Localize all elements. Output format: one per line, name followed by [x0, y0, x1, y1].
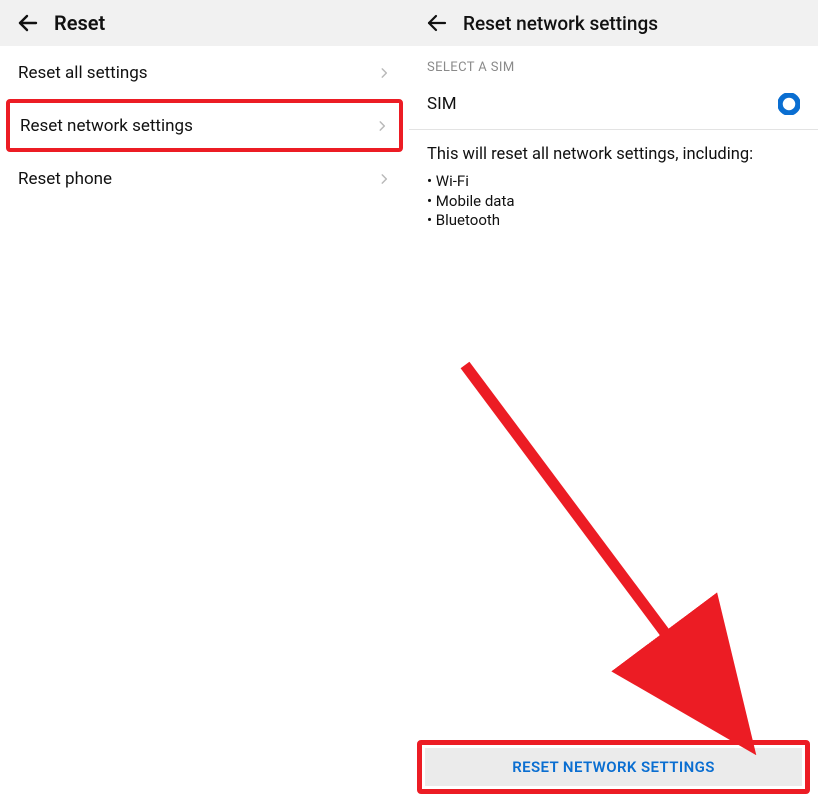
- radio-selected-icon[interactable]: [778, 93, 800, 115]
- list-item-label: Reset network settings: [20, 116, 193, 136]
- reset-button-highlight: RESET NETWORK SETTINGS: [417, 740, 810, 794]
- back-arrow-icon[interactable]: [14, 9, 42, 37]
- back-arrow-icon[interactable]: [423, 9, 451, 37]
- bullet-list: • Wi-Fi • Mobile data • Bluetooth: [409, 172, 818, 231]
- chevron-right-icon: [377, 62, 391, 84]
- header-right: Reset network settings: [409, 0, 818, 46]
- bullet-text: Bluetooth: [436, 211, 500, 229]
- bullet-item-mobile-data: • Mobile data: [427, 192, 800, 212]
- list-item-reset-phone[interactable]: Reset phone: [0, 152, 409, 205]
- bullet-text: Wi-Fi: [436, 172, 469, 190]
- pane-reset: Reset Reset all settings Reset network s…: [0, 0, 409, 800]
- list-item-label: Reset phone: [18, 169, 112, 189]
- chevron-right-icon: [375, 115, 389, 137]
- chevron-right-icon: [377, 168, 391, 190]
- sim-row[interactable]: SIM: [409, 83, 818, 130]
- list-item-reset-all-settings[interactable]: Reset all settings: [0, 46, 409, 99]
- bullet-item-wifi: • Wi-Fi: [427, 172, 800, 192]
- pane-reset-network-settings: Reset network settings SELECT A SIM SIM …: [409, 0, 818, 800]
- sim-label: SIM: [427, 94, 457, 114]
- reset-network-settings-button[interactable]: RESET NETWORK SETTINGS: [425, 748, 802, 786]
- page-title-left: Reset: [54, 11, 105, 35]
- bullet-item-bluetooth: • Bluetooth: [427, 211, 800, 231]
- list-item-label: Reset all settings: [18, 63, 148, 83]
- section-label-select-sim: SELECT A SIM: [409, 46, 818, 83]
- header-left: Reset: [0, 0, 409, 46]
- bullet-text: Mobile data: [436, 192, 515, 210]
- reset-description: This will reset all network settings, in…: [409, 130, 818, 172]
- page-title-right: Reset network settings: [463, 12, 658, 35]
- list-item-reset-network-settings[interactable]: Reset network settings: [6, 99, 403, 152]
